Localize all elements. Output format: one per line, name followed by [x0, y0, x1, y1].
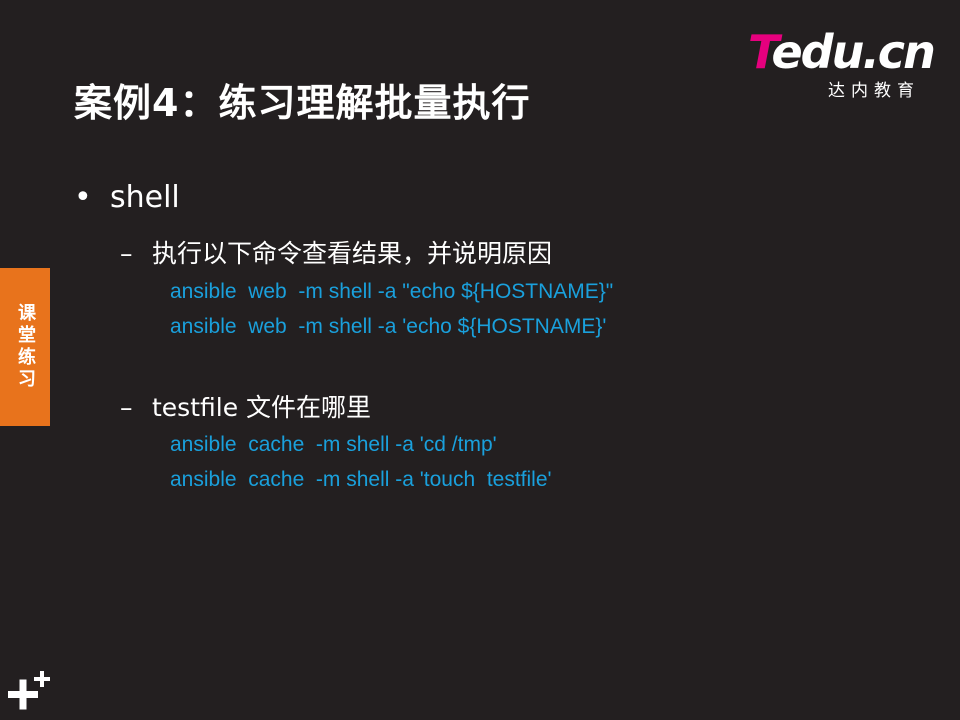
logo-domain: edu.cn [771, 25, 935, 79]
side-tab-label: 课堂练习 [15, 303, 36, 391]
subitem-heading-text: 执行以下命令查看结果，并说明原因 [152, 239, 553, 268]
logo-subtitle: 达内教育 [828, 81, 920, 101]
code-line: ansible cache -m shell -a 'cd /tmp' [170, 433, 497, 456]
code-line: ansible web -m shell -a "echo ${HOSTNAME… [170, 280, 614, 303]
code-line: ansible cache -m shell -a 'touch testfil… [170, 468, 552, 491]
bullet-level1: • shell [74, 180, 180, 215]
subitem-heading-2: – testfile 文件在哪里 [120, 388, 371, 424]
subitem-heading-1: – 执行以下命令查看结果，并说明原因 [120, 234, 552, 270]
dash-marker: – [120, 239, 133, 268]
slide-title: 案例4：练习理解批量执行 [74, 81, 531, 125]
subitem-heading-text: testfile 文件在哪里 [152, 393, 372, 422]
dash-marker: – [120, 393, 133, 422]
bullet-level1-text: shell [110, 180, 180, 215]
plus-icon [8, 671, 50, 710]
code-line: ansible web -m shell -a 'echo ${HOSTNAME… [170, 315, 607, 338]
logo-letter-t: T [748, 25, 773, 79]
side-tab: 课堂练习 [0, 268, 50, 426]
logo-wordmark: Tedu.cn [748, 25, 936, 79]
tedu-logo: Tedu.cn 达内教育 [748, 28, 936, 101]
bullet-dot: • [74, 180, 92, 215]
